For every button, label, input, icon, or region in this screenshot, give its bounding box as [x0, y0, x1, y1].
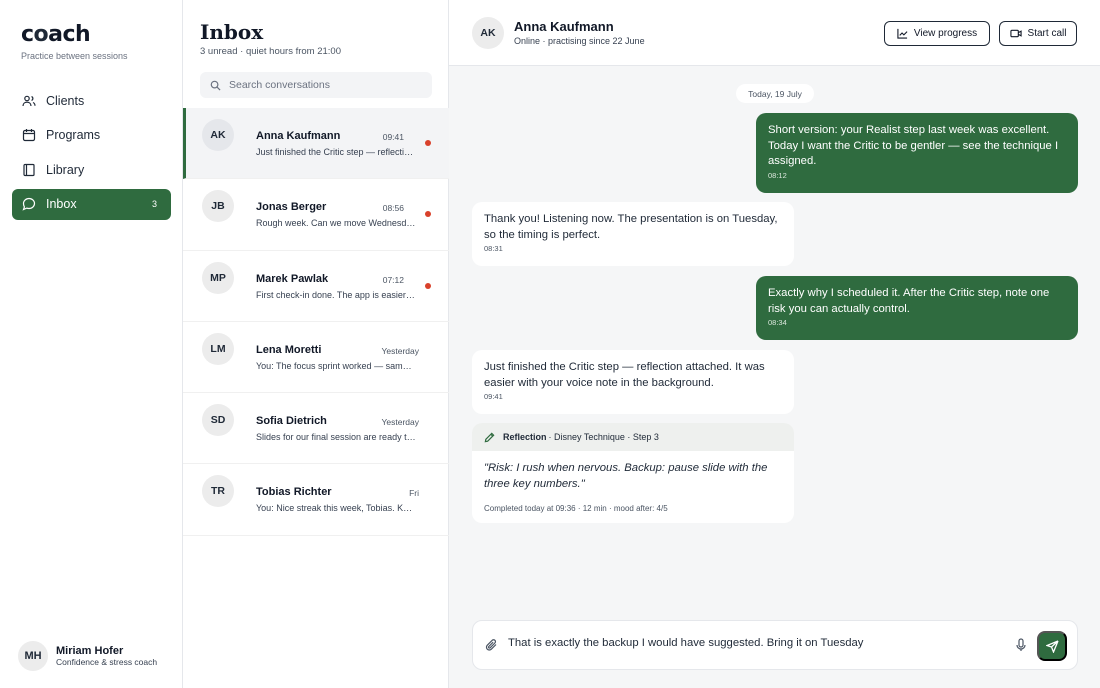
- current-user[interactable]: MH Miriam Hofer Confidence & stress coac…: [18, 641, 157, 671]
- message-time: 09:41: [484, 392, 503, 401]
- pencil-icon: [484, 432, 495, 443]
- conversation-name: Lena Moretti: [256, 343, 322, 356]
- conversation-time: 08:56: [382, 203, 404, 214]
- nav-label: Clients: [46, 93, 85, 108]
- microphone-icon[interactable]: [1015, 638, 1027, 652]
- avatar: SD: [202, 404, 234, 437]
- nav-label: Library: [46, 162, 85, 177]
- nav-label: Inbox: [46, 197, 77, 211]
- conversation-item[interactable]: MP Marek Pawlak 07:12 First check-in don…: [183, 251, 449, 322]
- unread-dot: [425, 211, 431, 218]
- reflection-card[interactable]: Reflection · Disney Technique · Step 3 "…: [472, 423, 794, 523]
- users-icon: [22, 94, 36, 108]
- conversation-item[interactable]: SD Sofia Dietrich Yesterday Slides for o…: [183, 393, 449, 465]
- conversation-list: AK Anna Kaufmann 09:41 Just finished the…: [183, 108, 449, 536]
- avatar: MH: [18, 641, 48, 671]
- message-composer: [472, 620, 1078, 670]
- calendar-icon: [22, 128, 36, 142]
- message-time: 08:34: [768, 318, 787, 327]
- reflection-label: Reflection: [503, 432, 547, 442]
- conversation-name: Marek Pawlak: [256, 272, 329, 285]
- message-input[interactable]: [508, 637, 998, 649]
- brand-logo[interactable]: coach: [21, 22, 91, 47]
- main-nav: Clients Programs Library Inbox 3: [12, 85, 171, 223]
- inbox-count-badge: 3: [151, 198, 157, 209]
- avatar: TR: [202, 475, 234, 508]
- message-time: 08:31: [484, 244, 503, 253]
- reflection-quote: "Risk: I rush when nervous. Backup: paus…: [484, 462, 768, 490]
- brand-tagline: Practice between sessions: [21, 51, 128, 61]
- button-label: Start call: [1027, 28, 1067, 39]
- message-incoming: Just finished the Critic step — reflecti…: [472, 350, 794, 414]
- conversation-time: 09:41: [382, 132, 404, 142]
- send-icon: [1045, 639, 1059, 653]
- message-outgoing: Exactly why I scheduled it. After the Cr…: [756, 276, 1078, 340]
- conversation-name: Anna Kaufmann: [256, 130, 341, 142]
- nav-item-library[interactable]: Library: [12, 154, 171, 185]
- conversation-time: Fri: [409, 488, 419, 499]
- video-icon: [1009, 28, 1022, 39]
- reflection-footer: Completed today at 09:36 · 12 min · mood…: [484, 504, 668, 513]
- conversation-preview: You: Nice streak this week, Tobias. Keep…: [256, 503, 416, 514]
- send-button[interactable]: [1037, 631, 1067, 661]
- avatar: LM: [202, 332, 234, 365]
- view-progress-button[interactable]: View progress: [884, 21, 990, 46]
- conversation-name: Sofia Dietrich: [256, 415, 327, 428]
- message-outgoing: Short version: your Realist step last we…: [756, 113, 1078, 193]
- message-text: Short version: your Realist step last we…: [768, 124, 1059, 167]
- avatar: MP: [202, 261, 234, 294]
- unread-dot: [425, 140, 431, 146]
- nav-item-inbox[interactable]: Inbox 3: [12, 188, 171, 220]
- search-icon: [210, 80, 221, 91]
- conversation-time: Yesterday: [381, 345, 420, 356]
- conversation-time: 07:12: [382, 274, 404, 285]
- conversation-preview: Just finished the Critic step — reflecti…: [256, 147, 416, 157]
- trend-icon: [897, 28, 908, 39]
- message-text: Thank you! Listening now. The presentati…: [484, 213, 778, 241]
- message-incoming: Thank you! Listening now. The presentati…: [472, 202, 794, 266]
- user-name: Miriam Hofer: [56, 644, 124, 657]
- nav-item-clients[interactable]: Clients: [12, 85, 171, 116]
- start-call-button[interactable]: Start call: [999, 21, 1077, 46]
- conversation-name: Jonas Berger: [256, 201, 327, 214]
- conversation-item[interactable]: TR Tobias Richter Fri You: Nice streak t…: [183, 464, 449, 536]
- unread-dot: [425, 282, 431, 289]
- conversation-item[interactable]: AK Anna Kaufmann 09:41 Just finished the…: [183, 108, 449, 180]
- date-separator: Today, 19 July: [736, 84, 814, 103]
- reflection-card-header: Reflection · Disney Technique · Step 3: [472, 423, 794, 451]
- conversation-time: Yesterday: [381, 417, 420, 428]
- chat-header: AK Anna Kaufmann Online · practising sin…: [449, 0, 1100, 66]
- page-title: Inbox: [200, 20, 264, 44]
- user-role: Confidence & stress coach: [56, 656, 158, 667]
- chat-contact-status: Online · practising since 22 June: [514, 36, 645, 46]
- conversation-item[interactable]: LM Lena Moretti Yesterday You: The focus…: [183, 322, 449, 394]
- chat-icon: [22, 197, 36, 211]
- chat-contact-name: Anna Kaufmann: [514, 19, 614, 34]
- message-time: 08:12: [768, 170, 787, 180]
- search-input[interactable]: [229, 79, 419, 91]
- sidebar: coach Practice between sessions Clients …: [0, 0, 183, 688]
- nav-label: Programs: [46, 128, 101, 142]
- avatar: JB: [202, 190, 234, 223]
- conversation-preview: Slides for our final session are ready t…: [256, 432, 416, 443]
- search-box[interactable]: [200, 72, 432, 98]
- nav-item-programs[interactable]: Programs: [12, 120, 171, 151]
- avatar: AK: [202, 119, 234, 151]
- message-text: Exactly why I scheduled it. After the Cr…: [768, 287, 1050, 315]
- button-label: View progress: [913, 28, 978, 39]
- conversation-preview: First check-in done. The app is easier t…: [256, 289, 416, 300]
- conversation-preview: You: The focus sprint worked — same agai…: [256, 360, 416, 371]
- conversation-preview: Rough week. Can we move Wednesday's sess…: [256, 218, 416, 229]
- book-icon: [22, 163, 36, 177]
- message-text: Just finished the Critic step — reflecti…: [484, 361, 765, 389]
- chat-panel: AK Anna Kaufmann Online · practising sin…: [449, 0, 1100, 688]
- paperclip-icon[interactable]: [485, 638, 498, 652]
- conversation-item[interactable]: JB Jonas Berger 08:56 Rough week. Can we…: [183, 179, 449, 251]
- reflection-technique: · Disney Technique · Step 3: [548, 432, 659, 442]
- conversation-list-panel: Inbox 3 unread · quiet hours from 21:00 …: [183, 0, 449, 688]
- conversation-name: Tobias Richter: [256, 486, 332, 499]
- avatar: AK: [472, 17, 504, 49]
- inbox-subtitle: 3 unread · quiet hours from 21:00: [200, 46, 342, 57]
